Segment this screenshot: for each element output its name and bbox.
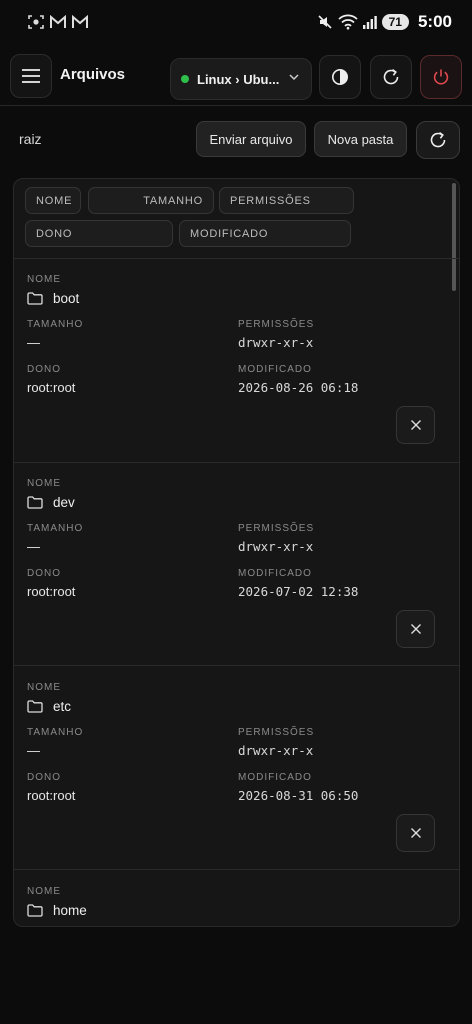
- file-permissions: drwxr-xr-x: [238, 335, 314, 350]
- owner-label: DONO: [27, 772, 61, 783]
- permissions-label: PERMISSÕES: [238, 523, 315, 534]
- chevron-down-icon: [289, 74, 299, 81]
- size-label: TAMANHO: [27, 523, 84, 534]
- sort-by-size[interactable]: TAMANHO: [88, 187, 214, 214]
- app-header: Arquivos Linux › Ubu...: [0, 52, 472, 106]
- page-title: Arquivos: [60, 66, 126, 83]
- status-bar: 71 5:00: [0, 0, 472, 46]
- close-icon: [410, 624, 421, 634]
- host-selector-label: Linux › Ubu...: [197, 71, 280, 87]
- close-icon: [410, 828, 421, 838]
- file-size: —: [27, 743, 40, 758]
- upload-file-button[interactable]: Enviar arquivo: [196, 121, 306, 157]
- gmail-icon: [72, 15, 88, 28]
- file-row[interactable]: NOME boot TAMANHO — PERMISSÕES drwxr-xr-…: [14, 259, 459, 462]
- hamburger-menu-icon: [22, 69, 40, 83]
- screen-recorder-icon: [28, 15, 44, 29]
- owner-label: DONO: [27, 568, 61, 579]
- signal-icon: [362, 16, 377, 29]
- wifi-icon: [338, 14, 358, 30]
- permissions-label: PERMISSÕES: [238, 319, 315, 330]
- file-size: —: [27, 335, 40, 350]
- sort-by-modified[interactable]: MODIFICADO: [179, 220, 351, 247]
- file-row[interactable]: NOME dev TAMANHO — PERMISSÕES drwxr-xr-x…: [14, 463, 459, 665]
- file-row[interactable]: NOME home: [14, 870, 459, 926]
- power-icon: [433, 69, 449, 85]
- mute-vibrate-icon: [318, 15, 332, 29]
- delete-button[interactable]: [396, 406, 435, 444]
- file-list-panel[interactable]: NOME TAMANHO PERMISSÕES DONO MODIFICADO …: [13, 178, 460, 927]
- connection-status-dot: [181, 75, 189, 83]
- refresh-icon: [383, 68, 399, 85]
- modified-label: MODIFICADO: [238, 772, 312, 783]
- file-name: boot: [53, 291, 80, 306]
- notification-icons: [28, 14, 88, 30]
- file-name: dev: [53, 495, 75, 510]
- contrast-icon: [332, 69, 348, 85]
- file-modified: 2026-08-26 06:18: [238, 380, 359, 395]
- new-folder-button[interactable]: Nova pasta: [314, 121, 407, 157]
- file-modified: 2026-08-31 06:50: [238, 788, 359, 803]
- refresh-list-button[interactable]: [416, 121, 460, 159]
- name-label: NOME: [27, 682, 61, 693]
- name-label: NOME: [27, 478, 61, 489]
- modified-label: MODIFICADO: [238, 364, 312, 375]
- file-permissions: drwxr-xr-x: [238, 539, 314, 554]
- file-name-link[interactable]: etc: [27, 699, 71, 714]
- file-permissions: drwxr-xr-x: [238, 743, 314, 758]
- file-name-link[interactable]: home: [27, 903, 87, 918]
- file-size: —: [27, 539, 40, 554]
- sort-by-permissions[interactable]: PERMISSÕES: [219, 187, 354, 214]
- file-modified: 2026-07-02 12:38: [238, 584, 359, 599]
- permissions-label: PERMISSÕES: [238, 727, 315, 738]
- file-name-link[interactable]: boot: [27, 291, 79, 306]
- file-name: home: [53, 903, 87, 918]
- folder-icon: [27, 700, 43, 713]
- file-row[interactable]: NOME etc TAMANHO — PERMISSÕES drwxr-xr-x…: [14, 666, 459, 869]
- sort-by-owner[interactable]: DONO: [25, 220, 173, 247]
- battery-indicator: 71: [381, 14, 409, 30]
- sort-by-name[interactable]: NOME: [25, 187, 81, 214]
- close-icon: [410, 420, 421, 430]
- file-owner: root:root: [27, 380, 76, 395]
- gmail-icon: [50, 15, 66, 28]
- theme-toggle-button[interactable]: [319, 55, 361, 99]
- size-label: TAMANHO: [27, 319, 84, 330]
- folder-icon: [27, 496, 43, 509]
- refresh-icon: [430, 131, 446, 148]
- disconnect-button[interactable]: [420, 55, 462, 99]
- size-label: TAMANHO: [27, 727, 84, 738]
- clock: 5:00: [417, 12, 452, 31]
- name-label: NOME: [27, 886, 61, 897]
- folder-icon: [27, 904, 43, 917]
- delete-button[interactable]: [396, 814, 435, 852]
- file-owner: root:root: [27, 788, 76, 803]
- modified-label: MODIFICADO: [238, 568, 312, 579]
- system-status: 71 5:00: [317, 12, 452, 32]
- name-label: NOME: [27, 274, 61, 285]
- delete-button[interactable]: [396, 610, 435, 648]
- folder-icon: [27, 292, 43, 305]
- file-name-link[interactable]: dev: [27, 495, 75, 510]
- owner-label: DONO: [27, 364, 61, 375]
- reload-button[interactable]: [370, 55, 412, 99]
- file-owner: root:root: [27, 584, 76, 599]
- file-name: etc: [53, 699, 72, 714]
- menu-button[interactable]: [10, 54, 52, 98]
- host-selector[interactable]: Linux › Ubu...: [170, 58, 312, 100]
- breadcrumb[interactable]: raiz: [19, 131, 42, 147]
